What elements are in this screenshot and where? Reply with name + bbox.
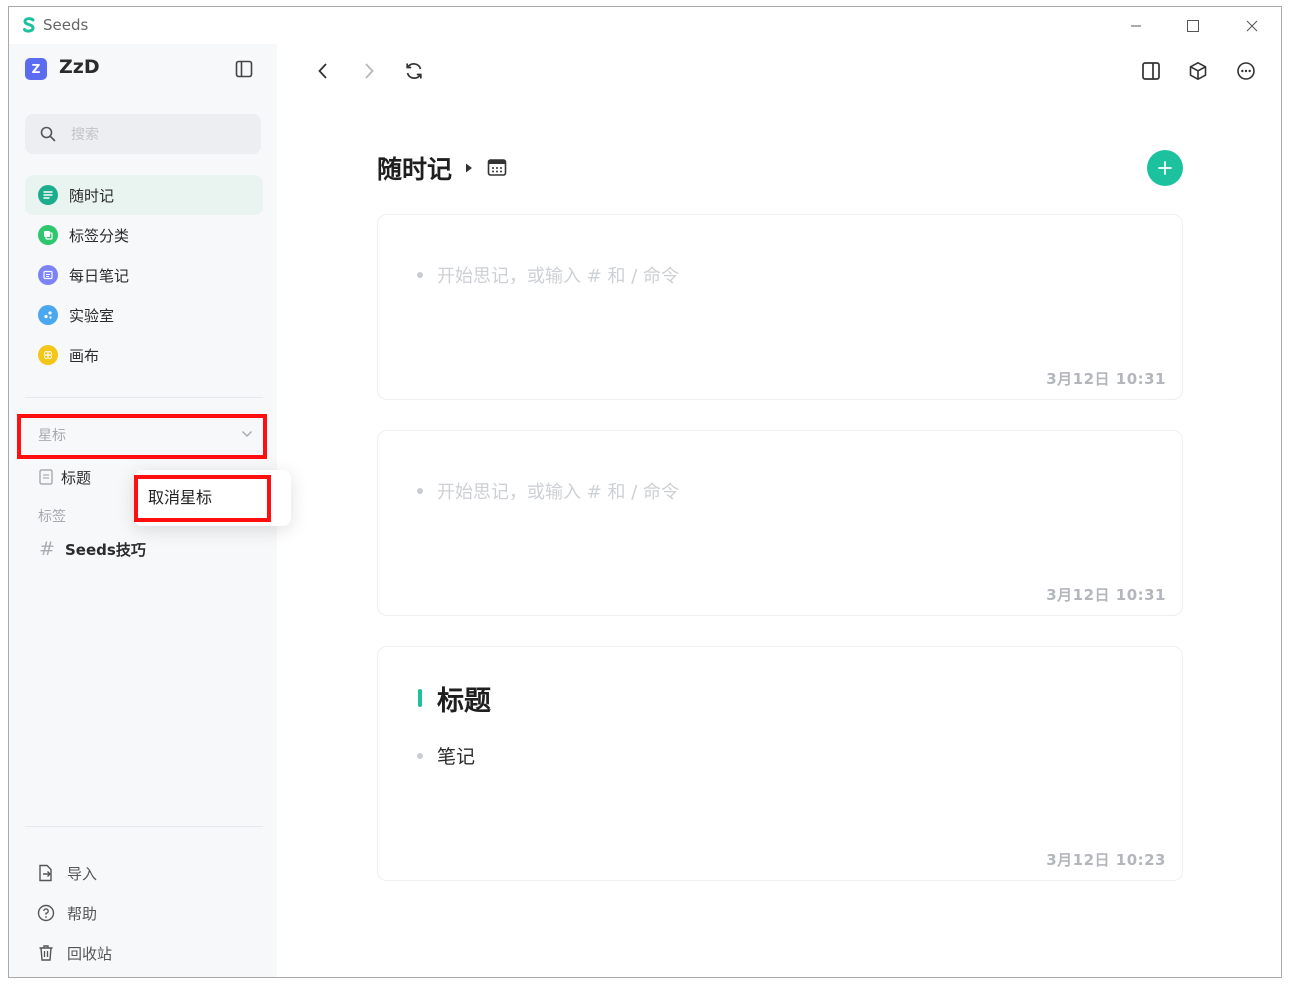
bullet-dot [417, 488, 423, 494]
starred-item-label: 标题 [61, 468, 92, 487]
nav-item-canvas[interactable]: 画布 [25, 335, 263, 375]
note-placeholder[interactable]: 开始思记，或输入 # 和 / 命令 [437, 478, 679, 504]
note-card[interactable]: 开始思记，或输入 # 和 / 命令 3月12日 10:31 [377, 214, 1183, 400]
trash-button[interactable]: 回收站 [37, 938, 112, 968]
import-button[interactable]: 导入 [37, 858, 97, 888]
help-icon [37, 904, 55, 922]
chevron-right-icon [365, 63, 374, 79]
nav-item-daily-note[interactable]: 每日笔记 [25, 255, 263, 295]
more-options-button[interactable] [1232, 57, 1260, 85]
note-heading[interactable]: 标题 [437, 679, 491, 718]
chevron-down-icon [242, 431, 252, 437]
note-timestamp: 3月12日 10:31 [1046, 586, 1166, 604]
nav-label: 实验室 [69, 306, 115, 325]
seeds-logo-icon [23, 17, 35, 33]
starred-section-label: 星标 [38, 428, 66, 444]
refresh-button[interactable] [400, 57, 428, 85]
forward-button[interactable] [355, 57, 383, 85]
trash-icon [39, 945, 53, 961]
chevron-left-icon [318, 63, 327, 79]
workspace-badge[interactable]: Z [25, 58, 47, 80]
more-icon [1237, 62, 1255, 80]
search-box[interactable] [25, 114, 261, 154]
starred-item[interactable]: 标题 [39, 462, 91, 492]
app-title: Seeds [43, 16, 89, 34]
title-bar: Seeds [9, 7, 1281, 44]
nav-item-tag-category[interactable]: 标签分类 [25, 215, 263, 255]
context-menu: 取消星标 [134, 470, 291, 526]
plus-icon [1158, 161, 1172, 175]
sidebar-toggle-icon[interactable] [235, 60, 253, 78]
starred-section-header[interactable]: 星标 [25, 416, 263, 454]
plugin-button[interactable] [1184, 57, 1212, 85]
list-icon [38, 185, 58, 205]
workspace-name[interactable]: ZzD [59, 56, 100, 78]
tags-section-label: 标签 [38, 509, 66, 525]
import-icon [39, 864, 52, 882]
close-window-button[interactable] [1240, 15, 1264, 37]
bullet-dot [417, 753, 423, 759]
maximize-button[interactable] [1181, 15, 1205, 37]
nav-label: 标签分类 [69, 226, 130, 245]
trash-label: 回收站 [67, 944, 113, 963]
hash-icon: # [39, 538, 55, 560]
lab-icon [38, 305, 58, 325]
minimize-button[interactable] [1124, 15, 1148, 37]
import-label: 导入 [67, 864, 98, 883]
note-body[interactable]: 笔记 [437, 742, 475, 769]
help-label: 帮助 [67, 904, 98, 923]
note-placeholder[interactable]: 开始思记，或输入 # 和 / 命令 [437, 262, 679, 288]
minimize-icon [1131, 25, 1141, 27]
tag-label: Seeds技巧 [65, 540, 146, 559]
nav-label: 每日笔记 [69, 266, 130, 285]
nav-label: 画布 [69, 346, 100, 365]
add-note-button[interactable] [1147, 150, 1183, 186]
note-card[interactable]: 开始思记，或输入 # 和 / 命令 3月12日 10:31 [377, 430, 1183, 616]
maximize-icon [1187, 20, 1199, 32]
back-button[interactable] [309, 57, 337, 85]
unstar-menu-item[interactable]: 取消星标 [148, 484, 212, 508]
nav-item-lab[interactable]: 实验室 [25, 295, 263, 335]
close-icon [1246, 20, 1258, 32]
note-timestamp: 3月12日 10:23 [1046, 851, 1166, 869]
help-button[interactable]: 帮助 [37, 898, 97, 928]
nav-item-suishiji[interactable]: 随时记 [25, 175, 263, 215]
search-input[interactable] [69, 124, 253, 146]
note-timestamp: 3月12日 10:31 [1046, 370, 1166, 388]
caret-right-icon[interactable] [465, 163, 473, 173]
tag-category-icon [38, 225, 58, 245]
heading-marker [418, 689, 422, 707]
split-view-button[interactable] [1137, 57, 1165, 85]
app-window: Seeds Z ZzD 随时记 [8, 6, 1282, 978]
sidebar-divider [25, 397, 263, 398]
bullet-dot [417, 272, 423, 278]
tag-item[interactable]: # Seeds技巧 [39, 534, 146, 564]
search-icon [40, 126, 56, 142]
sidebar-divider [25, 826, 263, 827]
note-card[interactable]: 标题 笔记 3月12日 10:23 [377, 646, 1183, 881]
split-panel-icon [1142, 62, 1160, 80]
page-title: 随时记 [377, 155, 453, 184]
cube-icon [1189, 62, 1207, 80]
daily-note-icon [38, 265, 58, 285]
calendar-icon[interactable] [487, 157, 507, 177]
canvas-icon [38, 345, 58, 365]
document-icon [39, 469, 53, 485]
nav-label: 随时记 [69, 186, 115, 205]
refresh-icon [406, 63, 422, 79]
